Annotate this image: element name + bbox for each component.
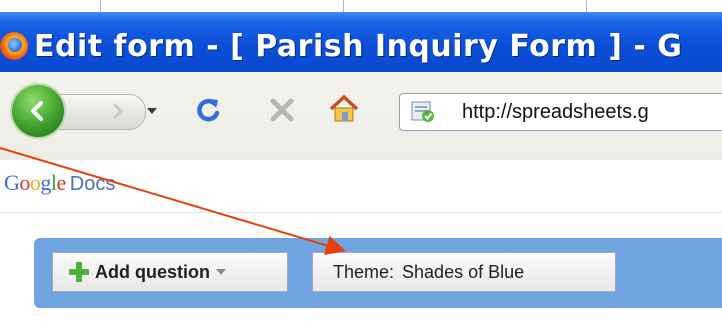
form-editor-toolbar: Add question Theme: Shades of Blue — [34, 238, 722, 308]
google-logo-text: Google — [4, 170, 66, 195]
theme-button[interactable]: Theme: Shades of Blue — [312, 252, 616, 292]
forward-arrow-icon — [113, 103, 123, 119]
chevron-down-icon — [216, 269, 226, 275]
url-text[interactable]: http://spreadsheets.g — [462, 101, 649, 124]
add-question-button[interactable]: Add question — [52, 252, 288, 292]
forward-button[interactable] — [100, 93, 136, 129]
window-title: Edit form - [ Parish Inquiry Form ] - G — [34, 29, 683, 64]
theme-value: Shades of Blue — [402, 261, 525, 282]
divider — [100, 0, 101, 12]
docs-logo-text: Docs — [69, 173, 116, 195]
stop-icon — [270, 98, 294, 122]
plus-icon — [69, 262, 89, 282]
reload-button[interactable] — [188, 90, 228, 130]
home-icon — [329, 95, 359, 122]
reload-icon — [197, 98, 220, 122]
header-divider — [0, 212, 722, 213]
stop-button[interactable] — [262, 90, 302, 130]
add-question-label: Add question — [95, 261, 210, 282]
back-arrow-icon — [31, 101, 43, 121]
top-strip — [0, 0, 722, 12]
chevron-down-icon — [147, 108, 157, 114]
theme-label: Theme: — [333, 261, 395, 282]
address-bar[interactable]: http://spreadsheets.g — [399, 93, 722, 131]
window-title-bar: Edit form - [ Parish Inquiry Form ] - G — [0, 12, 722, 72]
history-dropdown-button[interactable] — [142, 98, 162, 124]
home-button[interactable] — [324, 88, 364, 130]
firefox-icon — [0, 32, 28, 60]
google-docs-logo[interactable]: Google Docs — [4, 170, 115, 196]
page-content-area — [0, 308, 722, 321]
back-button[interactable] — [12, 85, 64, 137]
divider — [586, 0, 587, 12]
site-identity-icon — [410, 100, 438, 124]
divider — [343, 0, 344, 12]
